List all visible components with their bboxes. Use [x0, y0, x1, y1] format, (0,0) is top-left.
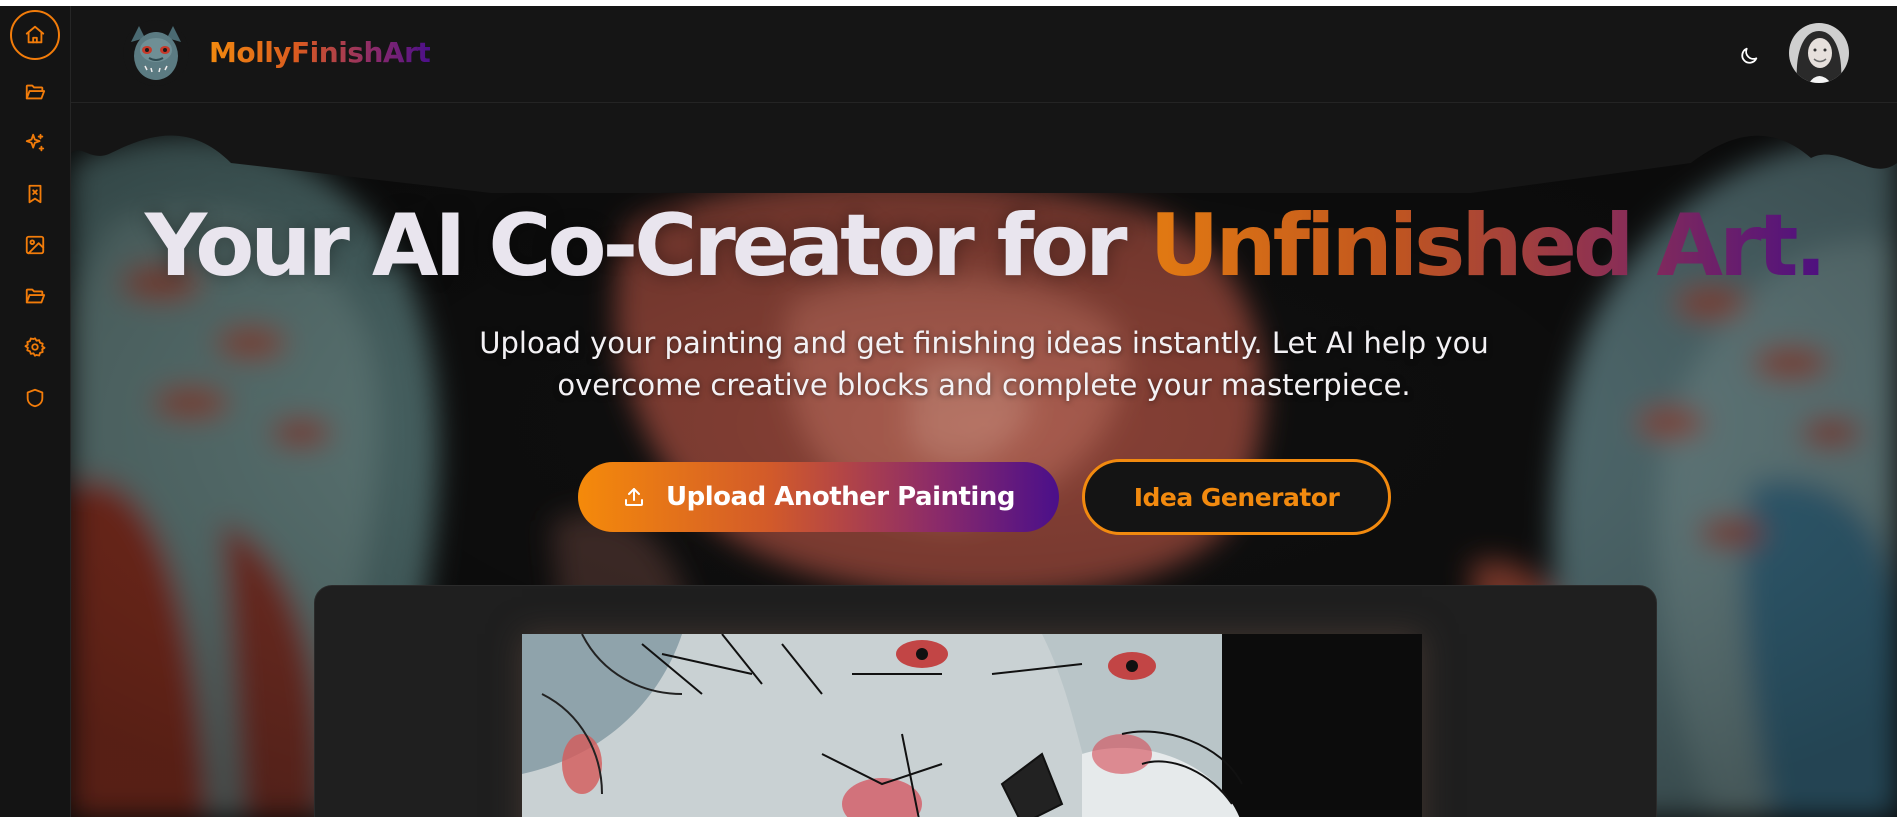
upload-icon: [625, 488, 644, 506]
app-window: MollyFinishArt Your AI Co-Creator for Un…: [0, 6, 1897, 817]
hero-headline: Your AI Co-Creator for Unfinished Art.: [71, 203, 1897, 289]
image-icon: [25, 235, 45, 255]
bookmark-x-icon: [28, 184, 42, 204]
sidebar-item-ai-ideas[interactable]: [10, 118, 60, 168]
headline-accent: Unfinished Art.: [1149, 196, 1828, 296]
idea-generator-button[interactable]: Idea Generator: [1082, 459, 1391, 535]
top-header: MollyFinishArt: [71, 6, 1897, 103]
uploaded-painting-image[interactable]: [522, 634, 1422, 817]
user-avatar[interactable]: [1789, 23, 1849, 83]
sidebar-item-projects[interactable]: [10, 67, 60, 117]
sidebar-item-privacy[interactable]: [10, 373, 60, 423]
sidebar-item-home[interactable]: [10, 10, 60, 60]
sidebar-item-files[interactable]: [10, 271, 60, 321]
headline-plain: Your AI Co-Creator for: [144, 196, 1150, 296]
upload-painting-button[interactable]: Upload Another Painting: [578, 462, 1059, 532]
sidebar-item-gallery[interactable]: [10, 220, 60, 270]
moon-icon: [1741, 47, 1758, 64]
idea-button-label: Idea Generator: [1133, 482, 1340, 512]
theme-toggle-button[interactable]: [1735, 42, 1763, 70]
folder-open-icon: [25, 288, 46, 304]
shield-icon: [26, 388, 44, 408]
sparkles-icon: [25, 133, 45, 152]
sidebar-item-settings[interactable]: [10, 322, 60, 372]
upload-button-label: Upload Another Painting: [666, 482, 1015, 512]
painting-preview-card: [314, 585, 1657, 817]
folder-open-icon: [25, 84, 46, 100]
dragon-mask-logo[interactable]: [123, 20, 189, 86]
hero-subtitle: Upload your painting and get finishing i…: [479, 326, 1489, 402]
brand-name[interactable]: MollyFinishArt: [209, 36, 431, 69]
settings-icon: [24, 337, 46, 357]
sidebar-item-bookmarks[interactable]: [10, 169, 60, 219]
home-icon: [25, 25, 45, 44]
hero-section: Your AI Co-Creator for Unfinished Art. U…: [71, 103, 1897, 817]
sidebar: [0, 6, 71, 817]
